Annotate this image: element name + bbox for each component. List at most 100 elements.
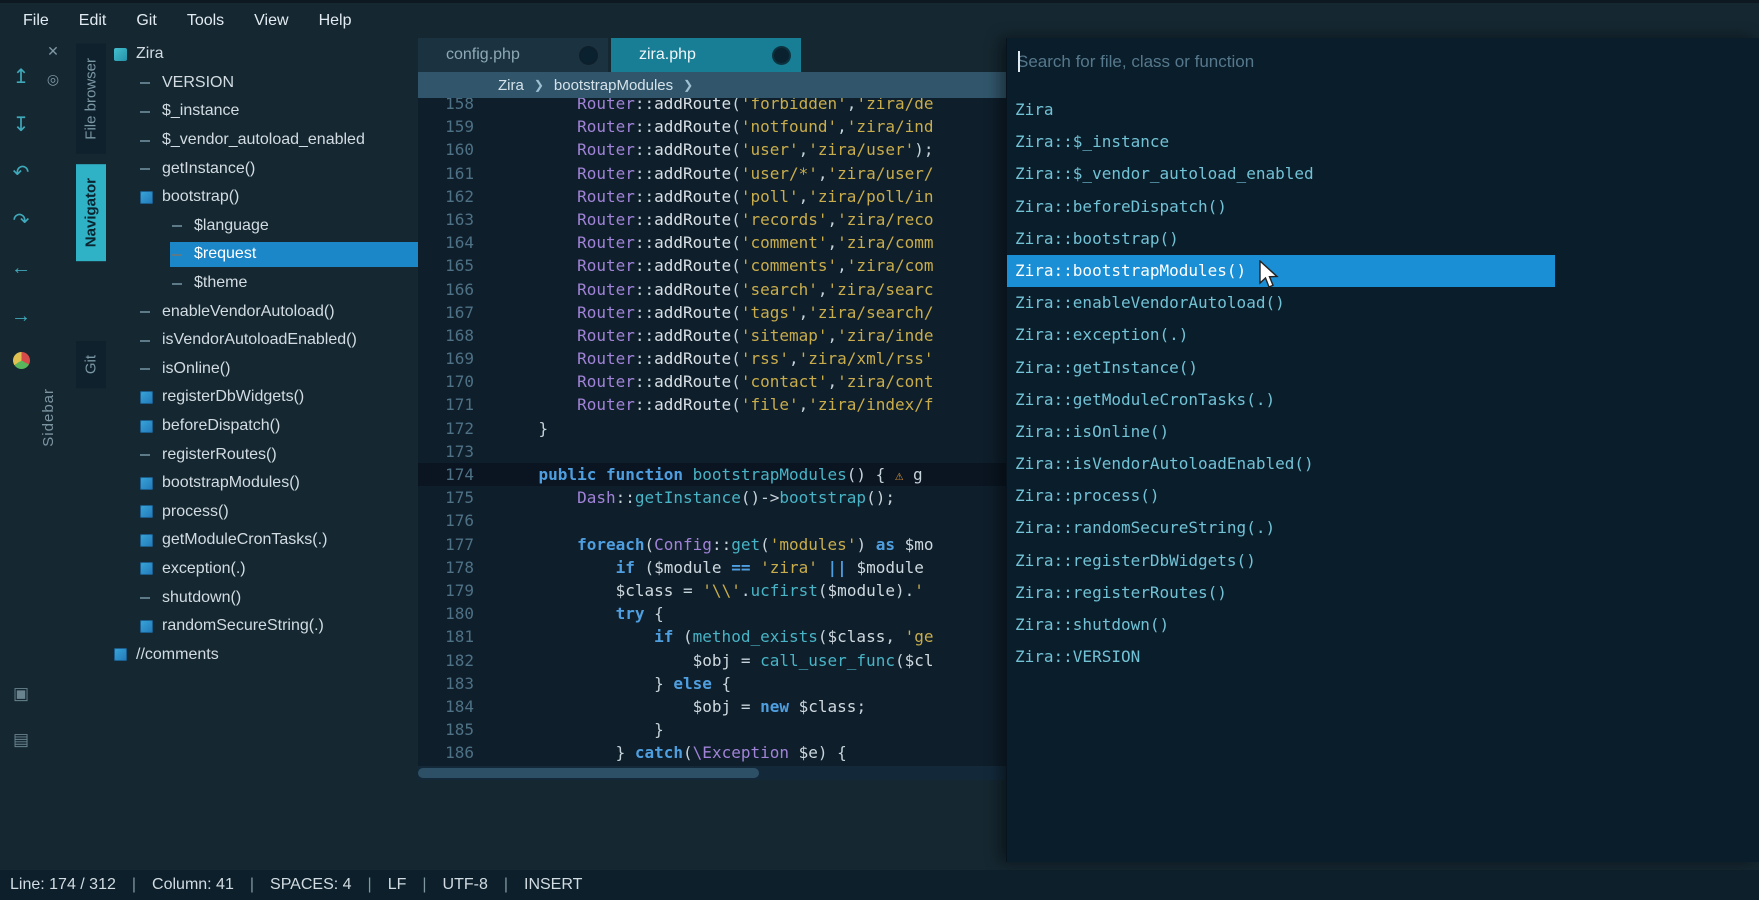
code-line[interactable]: 173	[418, 440, 1006, 463]
search-result-item[interactable]: Zira::VERSION	[1007, 641, 1555, 673]
tree-item-randomsecurestring[interactable]: randomSecureString(.)	[108, 612, 418, 641]
open-icon[interactable]: ↧	[9, 112, 33, 136]
tree-item-label: registerDbWidgets()	[162, 388, 304, 406]
code-line[interactable]: 172 }	[418, 417, 1006, 440]
terminal-icon[interactable]: ▣	[9, 682, 33, 706]
search-result-item[interactable]: Zira::registerRoutes()	[1007, 577, 1555, 609]
code-line[interactable]: 159 Router::addRoute('notfound','zira/in…	[418, 115, 1006, 138]
tree-item-isonline[interactable]: isOnline()	[108, 355, 418, 384]
tree-item-isvendorautoloadenabled[interactable]: isVendorAutoloadEnabled()	[108, 326, 418, 355]
sidebar-tab-file-browser[interactable]: File browser	[76, 44, 106, 154]
search-result-item[interactable]: Zira::isVendorAutoloadEnabled()	[1007, 448, 1555, 480]
code-line[interactable]: 164 Router::addRoute('comment','zira/com…	[418, 231, 1006, 254]
tree-item-getinstance[interactable]: getInstance()	[108, 154, 418, 183]
code-line[interactable]: 158 Router::addRoute('forbidden','zira/d…	[418, 98, 1006, 115]
navigate-back-icon[interactable]: ←	[9, 256, 33, 280]
code-line[interactable]: 167 Router::addRoute('tags','zira/search…	[418, 301, 1006, 324]
close-tab-icon[interactable]	[774, 48, 789, 63]
code-line[interactable]: 182 $obj = call_user_func($cl	[418, 649, 1006, 672]
close-sidebar-icon[interactable]: ✕	[44, 42, 62, 60]
tree-item-language[interactable]: $language	[108, 212, 418, 241]
tree-item-process[interactable]: process()	[108, 498, 418, 527]
code-line[interactable]: 174 public function bootstrapModules() {…	[418, 463, 1006, 486]
search-result-item[interactable]: Zira::randomSecureString(.)	[1007, 512, 1555, 544]
code-line[interactable]: 175 Dash::getInstance()->bootstrap();	[418, 486, 1006, 509]
tree-item-registerdbwidgets[interactable]: registerDbWidgets()	[108, 383, 418, 412]
menu-item-tools[interactable]: Tools	[172, 3, 239, 38]
menu-item-help[interactable]: Help	[304, 3, 367, 38]
search-input[interactable]	[1017, 52, 1720, 72]
code-line[interactable]: 186 } catch(\Exception $e) {	[418, 741, 1006, 764]
tree-item-theme[interactable]: $theme	[108, 269, 418, 298]
detach-sidebar-icon[interactable]: ◎	[44, 70, 62, 88]
tree-item-beforedispatch[interactable]: beforeDispatch()	[108, 412, 418, 441]
search-result-item[interactable]: Zira::beforeDispatch()	[1007, 191, 1555, 223]
search-result-item[interactable]: Zira::getInstance()	[1007, 352, 1555, 384]
search-result-item[interactable]: Zira::bootstrap()	[1007, 223, 1555, 255]
line-number: 169	[418, 347, 474, 370]
code-line[interactable]: 163 Router::addRoute('records','zira/rec…	[418, 208, 1006, 231]
code-area[interactable]: 158 Router::addRoute('forbidden','zira/d…	[418, 98, 1006, 766]
sidebar-tab-navigator[interactable]: Navigator	[76, 164, 106, 261]
code-line[interactable]: 180 try {	[418, 602, 1006, 625]
code-line[interactable]: 162 Router::addRoute('poll','zira/poll/i…	[418, 185, 1006, 208]
save-icon[interactable]: ↥	[9, 64, 33, 88]
code-line[interactable]: 170 Router::addRoute('contact','zira/con…	[418, 370, 1006, 393]
search-result-item[interactable]: Zira::$_instance	[1007, 126, 1555, 158]
search-result-item[interactable]: Zira::exception(.)	[1007, 319, 1555, 351]
tree-item-bootstrapmodules[interactable]: bootstrapModules()	[108, 469, 418, 498]
code-line[interactable]: 165 Router::addRoute('comments','zira/co…	[418, 254, 1006, 277]
code-line[interactable]: 161 Router::addRoute('user/*','zira/user…	[418, 162, 1006, 185]
tree-item-label: $_vendor_autoload_enabled	[162, 131, 365, 149]
horizontal-scrollbar[interactable]	[418, 766, 1006, 780]
search-result-item[interactable]: Zira::process()	[1007, 480, 1555, 512]
search-result-item[interactable]: Zira::shutdown()	[1007, 609, 1555, 641]
tree-item-bootstrap[interactable]: bootstrap()	[108, 183, 418, 212]
tree-item-comments[interactable]: //comments	[108, 640, 418, 669]
tree-item-vendor-autoload-enabled[interactable]: $_vendor_autoload_enabled	[108, 126, 418, 155]
search-result-item[interactable]: Zira::registerDbWidgets()	[1007, 545, 1555, 577]
editor-tab-config-php[interactable]: config.php	[418, 38, 608, 72]
search-result-item[interactable]: Zira::getModuleCronTasks(.)	[1007, 384, 1555, 416]
code-line[interactable]: 166 Router::addRoute('search','zira/sear…	[418, 278, 1006, 301]
search-result-item[interactable]: Zira::$_vendor_autoload_enabled	[1007, 158, 1555, 190]
menu-item-file[interactable]: File	[8, 3, 64, 38]
tree-item-instance[interactable]: $_instance	[108, 97, 418, 126]
sidebar-tab-git[interactable]: Git	[76, 341, 106, 388]
search-result-item[interactable]: Zira	[1007, 94, 1555, 126]
code-line[interactable]: 169 Router::addRoute('rss','zira/xml/rss…	[418, 347, 1006, 370]
tree-item-registerroutes[interactable]: registerRoutes()	[108, 440, 418, 469]
code-line[interactable]: 168 Router::addRoute('sitemap','zira/ind…	[418, 324, 1006, 347]
code-line[interactable]: 176	[418, 509, 1006, 532]
code-line[interactable]: 183 } else {	[418, 672, 1006, 695]
search-result-item[interactable]: Zira::enableVendorAutoload()	[1007, 287, 1555, 319]
tree-item-shutdown[interactable]: shutdown()	[108, 583, 418, 612]
tree-item-enablevendorautoload[interactable]: enableVendorAutoload()	[108, 297, 418, 326]
messages-icon[interactable]: ▤	[9, 728, 33, 752]
tree-item-label: Zira	[136, 45, 164, 63]
redo-icon[interactable]: ↷	[9, 208, 33, 232]
menu-item-view[interactable]: View	[239, 3, 303, 38]
menu-item-edit[interactable]: Edit	[64, 3, 122, 38]
tree-item-request[interactable]: $request	[108, 240, 418, 269]
code-line[interactable]: 177 foreach(Config::get('modules') as $m…	[418, 533, 1006, 556]
menu-item-git[interactable]: Git	[121, 3, 171, 38]
scrollbar-thumb[interactable]	[418, 768, 759, 778]
tree-item-version[interactable]: VERSION	[108, 69, 418, 98]
code-line[interactable]: 178 if ($module == 'zira' || $module	[418, 556, 1006, 579]
search-result-item[interactable]: Zira::isOnline()	[1007, 416, 1555, 448]
code-line[interactable]: 181 if (method_exists($class, 'ge	[418, 625, 1006, 648]
code-line[interactable]: 179 $class = '\\'.ucfirst($module).'	[418, 579, 1006, 602]
navigate-forward-icon[interactable]: →	[9, 304, 33, 328]
code-line[interactable]: 184 $obj = new $class;	[418, 695, 1006, 718]
tree-item-zira[interactable]: Zira	[108, 40, 418, 69]
undo-icon[interactable]: ↶	[9, 160, 33, 184]
tree-item-getmodulecrontasks[interactable]: getModuleCronTasks(.)	[108, 526, 418, 555]
code-line[interactable]: 160 Router::addRoute('user','zira/user')…	[418, 138, 1006, 161]
code-line[interactable]: 171 Router::addRoute('file','zira/index/…	[418, 393, 1006, 416]
code-line[interactable]: 185 }	[418, 718, 1006, 741]
color-chooser-icon[interactable]	[13, 352, 30, 369]
close-tab-icon[interactable]	[581, 48, 596, 63]
tree-item-exception[interactable]: exception(.)	[108, 555, 418, 584]
editor-tab-zira-php[interactable]: zira.php	[611, 38, 801, 72]
